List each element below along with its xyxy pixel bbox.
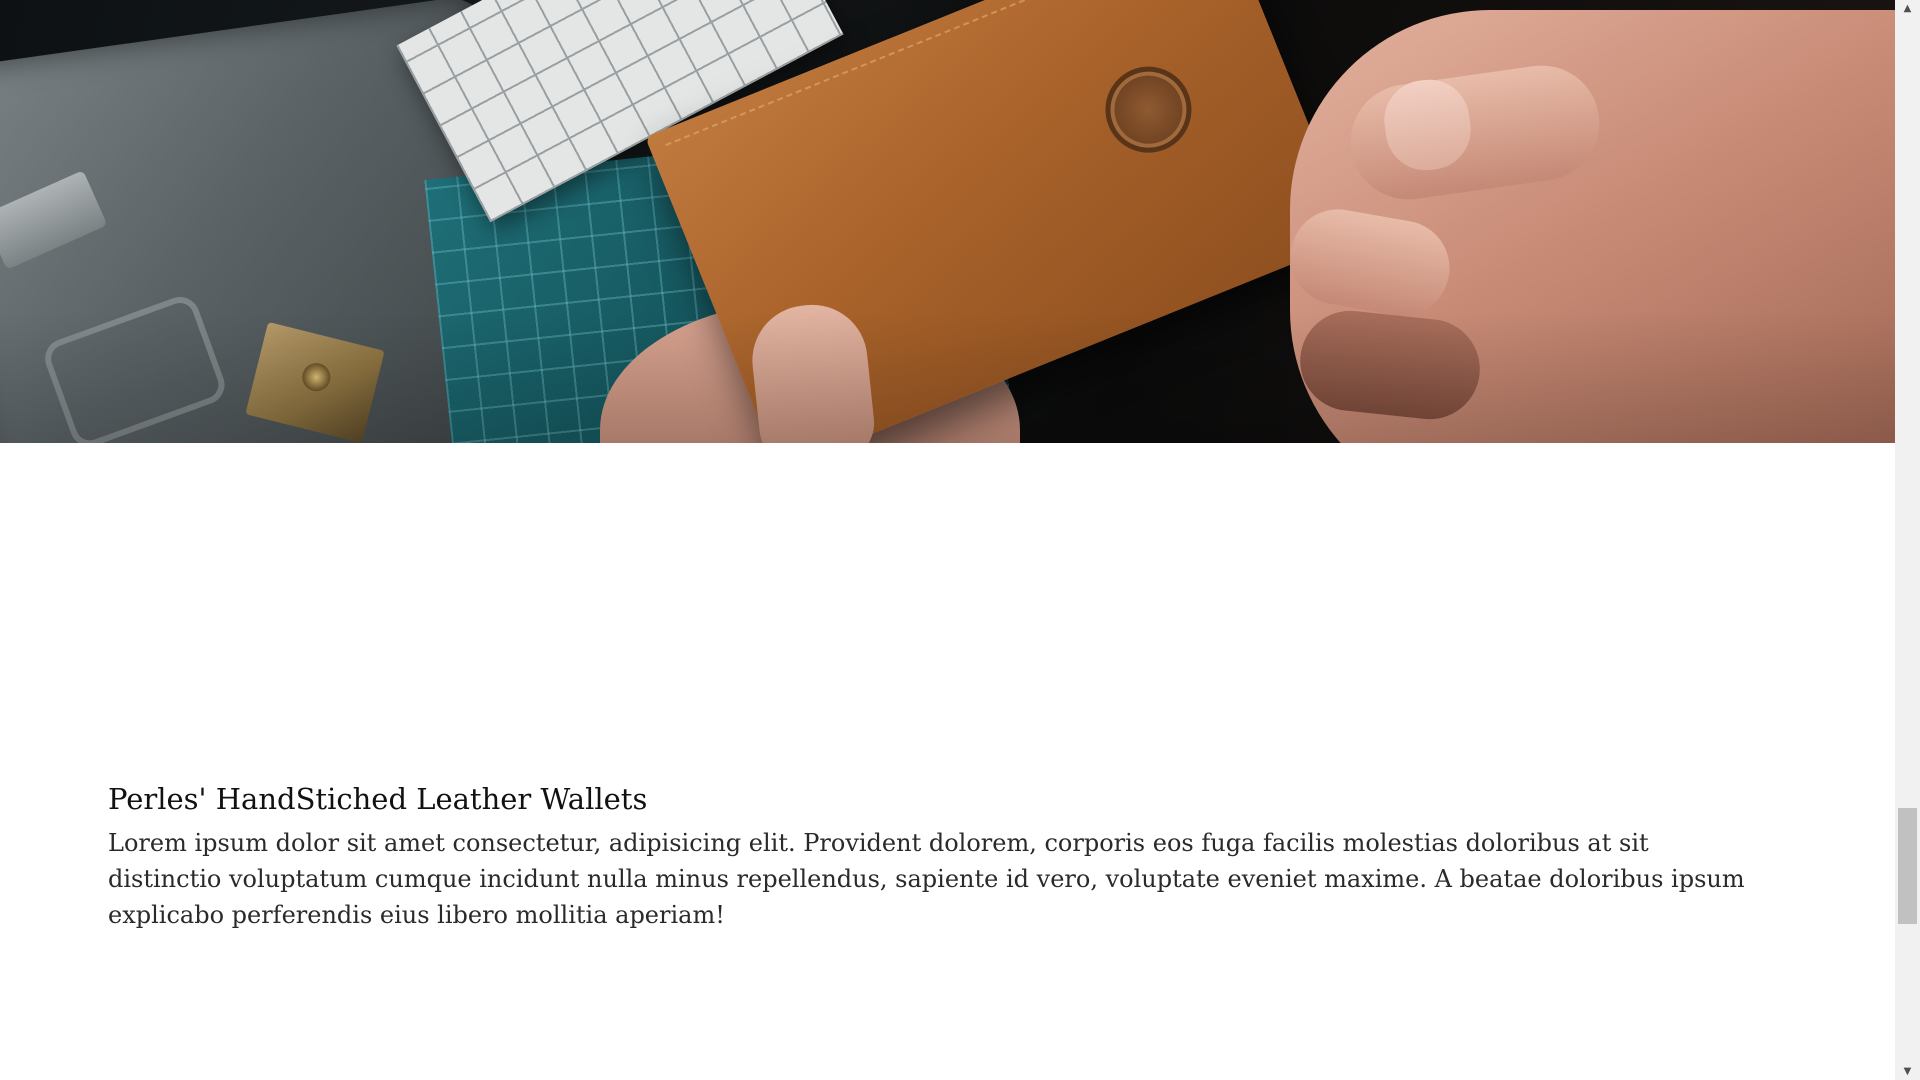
article-section: Perles' HandStiched Leather Wallets Lore… xyxy=(108,775,1768,933)
scrollbar-thumb[interactable] xyxy=(1898,808,1917,924)
vertical-scrollbar[interactable]: ▲ ▼ xyxy=(1895,0,1920,1080)
scroll-down-icon[interactable]: ▼ xyxy=(1895,1063,1920,1080)
scroll-up-icon[interactable]: ▲ xyxy=(1895,0,1920,17)
hero-shade xyxy=(0,0,1895,443)
page: Perles' HandStiched Leather Wallets Lore… xyxy=(0,0,1895,1080)
article-body: Lorem ipsum dolor sit amet consectetur, … xyxy=(108,829,1745,929)
article-title: Perles' HandStiched Leather Wallets xyxy=(108,782,648,816)
hero-image-leather-wallet xyxy=(0,0,1895,443)
